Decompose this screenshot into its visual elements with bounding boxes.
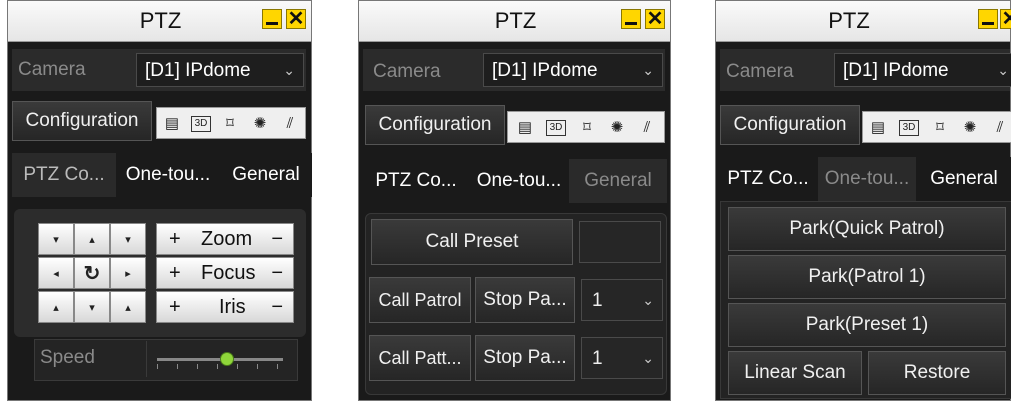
speed-slider[interactable] (146, 341, 295, 377)
window-title: PTZ (828, 8, 870, 33)
menu-icon[interactable]: ▤ (516, 119, 534, 137)
left-button[interactable]: ◂ (38, 257, 74, 289)
linear-scan-button[interactable]: Linear Scan (728, 351, 862, 395)
3d-icon[interactable]: 3D (899, 120, 919, 136)
park-patrol-button[interactable]: Park(Patrol 1) (728, 255, 1006, 299)
iris-label: Iris (219, 296, 246, 318)
light-icon[interactable]: ✺ (251, 115, 269, 133)
tab-ptz-control[interactable]: PTZ Co... (718, 157, 818, 201)
region-icon[interactable]: ⌑ (578, 119, 596, 137)
zoom-label: Zoom (201, 228, 253, 250)
chevron-down-icon: ⌄ (642, 292, 654, 308)
camera-select[interactable]: [D1] IPdome ⌄ (834, 53, 1011, 87)
function-icon-strip: ▤ 3D ⌑ ✺ ⫽ (507, 111, 665, 143)
camera-select-value: [D1] IPdome (492, 60, 598, 81)
chevron-down-icon: ⌄ (642, 350, 654, 366)
function-icon-strip: ▤ 3D ⌑ ✺ ⫽ (156, 107, 306, 139)
call-pattern-button[interactable]: Call Patt... (369, 335, 471, 381)
camera-label: Camera (373, 61, 441, 82)
park-quick-patrol-button[interactable]: Park(Quick Patrol) (728, 207, 1006, 251)
restore-button[interactable]: Restore (868, 351, 1006, 395)
stop-patrol-button[interactable]: Stop Pa... (475, 277, 575, 323)
focus-control[interactable]: + Focus − (156, 257, 294, 289)
tab-ptz-control[interactable]: PTZ Co... (12, 153, 116, 197)
focus-label: Focus (201, 262, 256, 284)
right-button[interactable]: ▸ (110, 257, 146, 289)
tab-general[interactable]: General (916, 157, 1011, 201)
down-button[interactable]: ▾ (74, 291, 110, 323)
ptz-panel-3: PTZ ✕ Camera [D1] IPdome ⌄ Configuration… (715, 0, 1011, 401)
configuration-button[interactable]: Configuration (12, 101, 152, 141)
light-icon[interactable]: ✺ (608, 119, 626, 137)
camera-label: Camera (726, 61, 794, 82)
light-icon[interactable]: ✺ (961, 119, 979, 137)
up-left-button[interactable]: ▾ (38, 223, 74, 255)
close-icon[interactable]: ✕ (645, 9, 665, 29)
down-left-button[interactable]: ▴ (38, 291, 74, 323)
preset-number-field[interactable] (579, 221, 661, 263)
menu-icon[interactable]: ▤ (869, 119, 887, 137)
tab-one-touch[interactable]: One-tou... (469, 159, 569, 203)
minimize-icon[interactable] (262, 9, 282, 29)
call-patrol-button[interactable]: Call Patrol (369, 277, 471, 323)
wiper-icon[interactable]: ⫽ (638, 119, 656, 137)
function-icon-strip: ▤ 3D ⌑ ✺ ⫽ (862, 111, 1011, 143)
zoom-in-button[interactable]: + (169, 224, 181, 254)
auto-rotate-button[interactable]: ↻ (74, 257, 110, 289)
call-preset-button[interactable]: Call Preset (371, 219, 573, 265)
up-right-button[interactable]: ▾ (110, 223, 146, 255)
close-icon[interactable]: ✕ (1000, 9, 1011, 29)
patrol-select[interactable]: 1 ⌄ (581, 279, 663, 321)
region-icon[interactable]: ⌑ (221, 115, 239, 133)
tab-general[interactable]: General (569, 159, 667, 203)
iris-control[interactable]: + Iris − (156, 291, 294, 323)
up-button[interactable]: ▴ (74, 223, 110, 255)
minimize-icon[interactable] (621, 9, 641, 29)
close-icon[interactable]: ✕ (286, 9, 306, 29)
camera-select-value: [D1] IPdome (145, 60, 251, 81)
speed-label: Speed (40, 347, 95, 368)
title-bar: PTZ ✕ (716, 1, 1011, 42)
menu-icon[interactable]: ▤ (163, 115, 181, 133)
wiper-icon[interactable]: ⫽ (281, 115, 299, 133)
3d-icon[interactable]: 3D (546, 120, 566, 136)
minimize-icon[interactable] (978, 9, 998, 29)
camera-label: Camera (18, 59, 86, 80)
camera-select[interactable]: [D1] IPdome ⌄ (483, 53, 663, 87)
3d-icon[interactable]: 3D (191, 116, 211, 132)
zoom-out-button[interactable]: − (271, 224, 283, 254)
focus-near-button[interactable]: + (169, 258, 181, 288)
ptz-panel-2: PTZ ✕ Camera [D1] IPdome ⌄ Configuration… (358, 0, 671, 401)
title-bar: PTZ ✕ (8, 1, 311, 42)
tab-general[interactable]: General (220, 153, 312, 197)
tab-ptz-control[interactable]: PTZ Co... (363, 159, 469, 203)
chevron-down-icon: ⌄ (997, 62, 1009, 78)
configuration-button[interactable]: Configuration (720, 105, 860, 145)
pattern-select[interactable]: 1 ⌄ (581, 337, 663, 379)
speed-ticks (157, 364, 283, 369)
chevron-down-icon: ⌄ (642, 62, 654, 78)
zoom-control[interactable]: + Zoom − (156, 223, 294, 255)
tab-one-touch[interactable]: One-tou... (116, 153, 220, 197)
focus-far-button[interactable]: − (271, 258, 283, 288)
iris-open-button[interactable]: + (169, 292, 181, 322)
title-bar: PTZ ✕ (359, 1, 670, 42)
park-preset-button[interactable]: Park(Preset 1) (728, 303, 1006, 347)
tab-one-touch[interactable]: One-tou... (818, 157, 916, 201)
camera-select-value: [D1] IPdome (843, 60, 949, 81)
chevron-down-icon: ⌄ (283, 62, 295, 78)
region-icon[interactable]: ⌑ (931, 119, 949, 137)
iris-close-button[interactable]: − (271, 292, 283, 322)
configuration-button[interactable]: Configuration (365, 105, 505, 145)
pattern-select-value: 1 (592, 348, 603, 369)
down-right-button[interactable]: ▴ (110, 291, 146, 323)
patrol-select-value: 1 (592, 290, 603, 311)
camera-select[interactable]: [D1] IPdome ⌄ (136, 53, 304, 87)
ptz-panel-1: PTZ ✕ Camera [D1] IPdome ⌄ Configuration… (7, 0, 312, 401)
wiper-icon[interactable]: ⫽ (991, 119, 1009, 137)
stop-pattern-button[interactable]: Stop Pa... (475, 335, 575, 381)
